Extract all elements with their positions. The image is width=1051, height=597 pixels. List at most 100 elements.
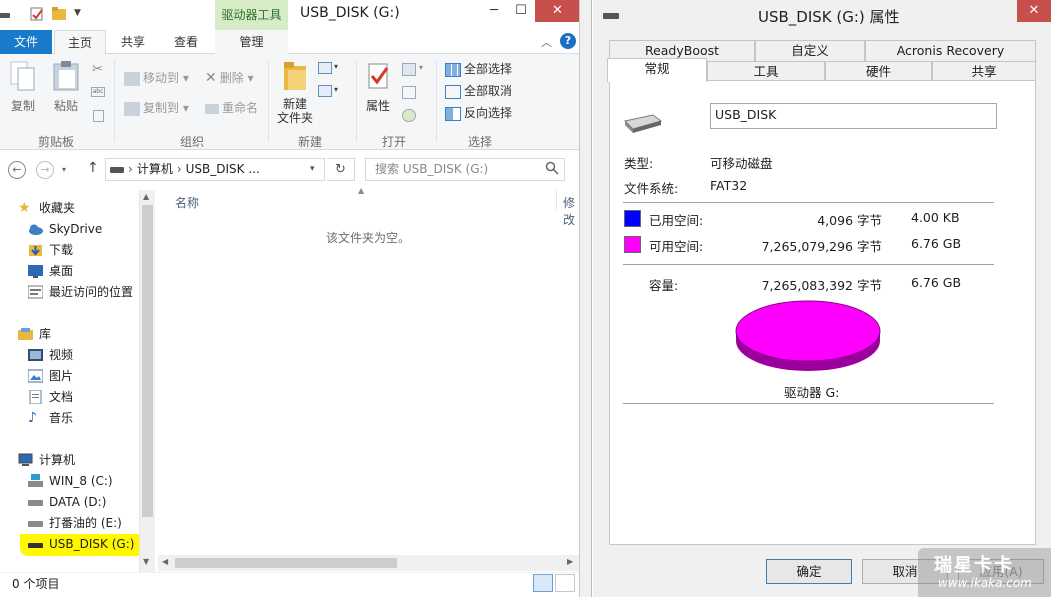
scroll-right-icon[interactable]: ▶ [567, 557, 573, 566]
breadcrumb-drive[interactable]: USB_DISK ... [186, 162, 260, 176]
nav-skydrive[interactable]: SkyDrive [0, 219, 140, 240]
ok-button[interactable]: 确定 [766, 559, 852, 584]
minimize-icon[interactable]: ─ [480, 0, 508, 22]
tab-hardware[interactable]: 硬件 [825, 61, 932, 82]
window-gap [580, 0, 592, 597]
rename-button[interactable]: 重命名 [205, 99, 258, 117]
properties-icon[interactable] [30, 7, 44, 21]
volume-label-input[interactable]: USB_DISK [710, 103, 997, 129]
breadcrumb-computer[interactable]: 计算机 [137, 162, 173, 176]
copy-to-button[interactable]: 复制到 ▾ [124, 99, 189, 117]
delete-button[interactable]: ✕ 删除 ▾ [205, 69, 254, 87]
new-folder-icon[interactable] [52, 7, 66, 21]
tab-file[interactable]: 文件 [0, 30, 52, 54]
free-space-size: 6.76 GB [911, 236, 962, 251]
address-bar[interactable]: › 计算机 › USB_DISK ... [105, 158, 325, 181]
scroll-left-icon[interactable]: ◀ [162, 557, 168, 566]
scroll-down-icon[interactable]: ▼ [143, 557, 149, 566]
nav-libraries[interactable]: 库 [0, 324, 140, 345]
copy-button[interactable]: 复制 [6, 60, 40, 113]
refresh-icon[interactable]: ↻ [327, 158, 355, 181]
up-icon[interactable]: ↑ [87, 160, 99, 176]
hard-drive-icon [28, 500, 43, 506]
nav-videos[interactable]: 视频 [0, 345, 140, 366]
dialog-title: USB_DISK (G:) 属性 [758, 8, 900, 26]
forward-icon[interactable]: → [36, 161, 54, 179]
details-view-icon[interactable] [533, 574, 553, 592]
recent-locations-icon[interactable]: ▾ [62, 165, 66, 174]
new-folder-button[interactable]: 新建 文件夹 [275, 60, 315, 125]
nav-drive-g[interactable]: USB_DISK (G:) [20, 534, 144, 556]
invert-selection-button[interactable]: 反向选择 [445, 104, 512, 122]
move-to-button[interactable]: 移动到 ▾ [124, 69, 189, 87]
easy-access-icon[interactable] [318, 85, 332, 97]
new-item-icon[interactable] [318, 62, 332, 74]
tab-sharing[interactable]: 共享 [932, 61, 1036, 82]
easy-access-dropdown-icon[interactable]: ▾ [334, 85, 338, 94]
tab-acronis[interactable]: Acronis Recovery [865, 40, 1036, 61]
qat-dropdown-icon[interactable]: ▼ [74, 8, 81, 18]
nav-downloads[interactable]: 下载 [0, 240, 140, 261]
tab-home[interactable]: 主页 [54, 30, 106, 55]
cut-icon[interactable]: ✂ [92, 62, 103, 77]
search-input[interactable]: 搜索 USB_DISK (G:) [365, 158, 565, 181]
used-space-bytes: 4,096 字节 [817, 213, 882, 228]
address-dropdown-icon[interactable]: ▾ [310, 164, 315, 174]
file-list-hscroll-thumb[interactable] [175, 558, 397, 568]
used-space-swatch [624, 210, 641, 227]
drive-icon [110, 166, 124, 173]
large-icons-view-icon[interactable] [555, 574, 575, 592]
tab-general[interactable]: 常规 [607, 58, 707, 82]
nav-pictures[interactable]: 图片 [0, 366, 140, 387]
nav-drive-d[interactable]: DATA (D:) [0, 492, 140, 513]
nav-music[interactable]: ♪ 音乐 [0, 408, 140, 429]
back-icon[interactable]: ← [8, 161, 26, 179]
properties-button[interactable]: 属性 [360, 60, 396, 113]
nav-desktop[interactable]: 桌面 [0, 261, 140, 282]
type-label: 类型: [624, 156, 654, 171]
open-dropdown-icon[interactable]: ▾ [419, 63, 423, 72]
divider [623, 403, 994, 404]
tab-view[interactable]: 查看 [160, 30, 212, 54]
ribbon-collapse-icon[interactable]: ︿ [541, 34, 552, 50]
breadcrumb-sep: › [128, 162, 133, 176]
help-icon[interactable]: ? [560, 33, 576, 49]
nav-computer[interactable]: 计算机 [0, 450, 140, 471]
maximize-icon[interactable]: ☐ [508, 0, 534, 22]
nav-documents[interactable]: 文档 [0, 387, 140, 408]
nav-favorites[interactable]: ★ 收藏夹 [0, 198, 140, 219]
column-name-header[interactable]: 名称 [175, 194, 199, 211]
tab-share[interactable]: 共享 [108, 30, 158, 54]
nav-pane-scroll-thumb[interactable] [142, 205, 153, 517]
nav-drive-c[interactable]: WIN_8 (C:) [0, 471, 140, 492]
close-icon[interactable]: ✕ [535, 0, 579, 22]
explorer-window: ▼ 驱动器工具 USB_DISK (G:) ─ ☐ ✕ 文件 主页 共享 查看 … [0, 0, 580, 597]
paste-button[interactable]: 粘贴 [48, 60, 84, 113]
tab-manage[interactable]: 管理 [215, 30, 288, 54]
invert-selection-icon [445, 106, 461, 121]
paste-shortcut-icon[interactable] [93, 110, 104, 122]
move-to-icon [124, 71, 140, 86]
edit-icon[interactable] [402, 86, 416, 99]
open-icon[interactable] [402, 63, 416, 76]
music-icon: ♪ [28, 410, 37, 426]
windows-drive-icon [28, 474, 43, 487]
column-separator[interactable] [556, 190, 557, 210]
copy-path-icon[interactable]: abc [91, 87, 105, 97]
history-icon[interactable] [402, 109, 416, 122]
new-item-dropdown-icon[interactable]: ▾ [334, 62, 338, 71]
scroll-up-icon[interactable]: ▲ [143, 192, 149, 201]
file-list[interactable] [158, 190, 579, 570]
nav-drive-e[interactable]: 打番油的 (E:) [0, 513, 140, 534]
column-modified-header[interactable]: 修改 [563, 194, 579, 228]
select-all-button[interactable]: 全部选择 [445, 60, 512, 78]
nav-recent-places[interactable]: 最近访问的位置 [0, 282, 140, 303]
tab-tools[interactable]: 工具 [707, 61, 825, 82]
watermark-url: www.ikaka.com [938, 576, 1032, 590]
select-none-button[interactable]: 全部取消 [445, 82, 512, 100]
dialog-close-icon[interactable]: ✕ [1017, 0, 1051, 22]
tab-customize[interactable]: 自定义 [755, 40, 865, 61]
item-count: 0 个项目 [12, 577, 60, 591]
drive-icon[interactable] [0, 10, 10, 20]
search-icon[interactable] [545, 161, 559, 175]
